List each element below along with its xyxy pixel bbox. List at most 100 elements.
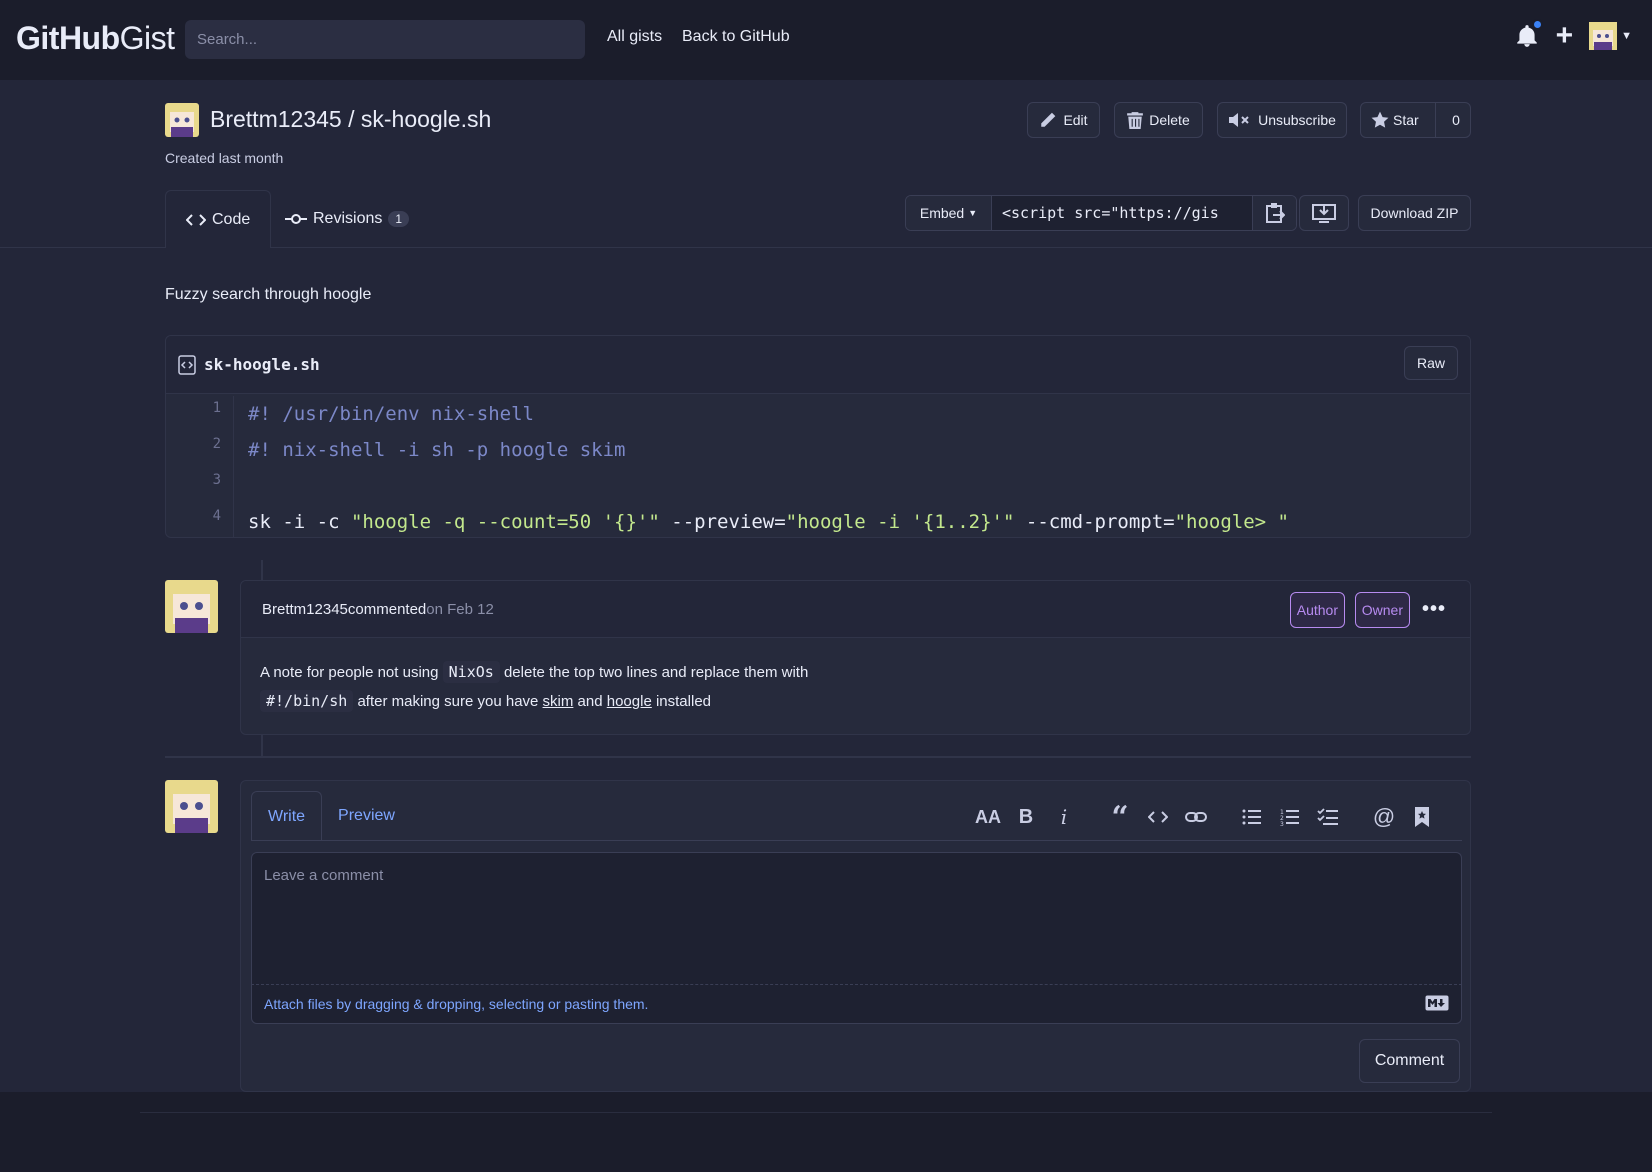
code-icon[interactable]	[1142, 803, 1174, 831]
embed-select[interactable]: Embed ▼	[906, 196, 992, 230]
delete-button[interactable]: Delete	[1114, 102, 1203, 138]
commenter-avatar[interactable]	[165, 580, 218, 633]
current-user-avatar[interactable]	[165, 780, 218, 833]
comment-textarea[interactable]	[251, 852, 1462, 984]
desktop-download-icon	[1312, 204, 1336, 223]
comment-text: and	[573, 693, 607, 710]
hoogle-link[interactable]: hoogle	[607, 693, 652, 710]
heading-icon[interactable]: AA	[972, 803, 1004, 831]
code-line: 4 sk -i -c "hoogle -q --count=50 '{}'" -…	[166, 504, 1470, 537]
star-count[interactable]: 0	[1442, 112, 1470, 128]
tab-code-label: Code	[212, 210, 251, 228]
tab-preview[interactable]: Preview	[322, 791, 411, 841]
file-box: sk-hoogle.sh Raw 1 #! /usr/bin/env nix-s…	[165, 335, 1471, 538]
kebab-menu-icon[interactable]: •••	[1422, 598, 1446, 621]
footer-divider	[140, 1112, 1492, 1113]
composer-tabs: Write Preview	[251, 791, 411, 841]
line-content: sk -i -c "hoogle -q --count=50 '{}'" --p…	[233, 504, 1289, 537]
tab-write[interactable]: Write	[251, 791, 323, 841]
tab-revisions[interactable]: Revisions 1	[265, 190, 429, 248]
create-plus-icon[interactable]: +	[1556, 21, 1574, 51]
download-zip-button[interactable]: Download ZIP	[1358, 195, 1471, 231]
line-number[interactable]: 2	[166, 432, 233, 452]
download-desktop-button[interactable]	[1299, 195, 1349, 231]
line-content: #! /usr/bin/env nix-shell	[233, 396, 534, 432]
owner-link[interactable]: Brettm12345	[210, 106, 342, 132]
task-list-icon[interactable]	[1312, 803, 1344, 831]
search-input[interactable]	[185, 20, 585, 59]
file-header: sk-hoogle.sh Raw	[166, 336, 1470, 394]
embed-url-field[interactable]	[992, 196, 1252, 230]
tab-revisions-label: Revisions	[313, 210, 383, 227]
footer	[0, 1092, 1652, 1172]
star-label: Star	[1393, 112, 1419, 128]
attach-files-label: Attach files by dragging & dropping, sel…	[264, 996, 649, 1012]
comment-submit-button[interactable]: Comment	[1359, 1039, 1460, 1083]
owner-avatar[interactable]	[165, 103, 199, 137]
comment-composer: Write Preview AA B i “ 123 @ Attach	[240, 780, 1471, 1092]
star-button[interactable]: Star	[1361, 103, 1436, 137]
skim-link[interactable]: skim	[543, 693, 574, 710]
unsubscribe-button[interactable]: Unsubscribe	[1217, 102, 1347, 138]
gist-filename-link[interactable]: sk-hoogle.sh	[361, 106, 491, 132]
notifications-bell-icon[interactable]	[1514, 19, 1543, 49]
comment-box: Brettm12345 commented on Feb 12 Author O…	[240, 580, 1471, 735]
comment-text: delete the top two lines and replace the…	[499, 664, 809, 681]
inline-code: #!/bin/sh	[260, 690, 354, 712]
code-token: --cmd-prompt=	[1014, 511, 1175, 533]
svg-text:3: 3	[1280, 821, 1284, 826]
inline-code: NixOs	[442, 661, 500, 683]
nav-all-gists[interactable]: All gists	[607, 28, 662, 46]
logo-github: GitHub	[16, 20, 120, 56]
composer-tabs-divider	[251, 840, 1462, 841]
code-icon	[186, 213, 206, 226]
embed-label: Embed	[919, 205, 965, 221]
delete-label: Delete	[1149, 112, 1190, 128]
top-bar: GitHubGist All gists Back to GitHub + ▼	[0, 0, 1652, 80]
line-number[interactable]: 1	[166, 396, 233, 416]
link-icon[interactable]	[1180, 803, 1212, 831]
code-string: "hoogle -i '{1..2}'"	[785, 511, 1015, 533]
avatar	[1589, 22, 1618, 50]
quote-icon[interactable]: “	[1104, 800, 1136, 835]
gist-logo[interactable]: GitHubGist	[16, 20, 175, 57]
star-icon	[1371, 111, 1389, 128]
edit-button[interactable]: Edit	[1027, 102, 1100, 138]
attach-files-area[interactable]: Attach files by dragging & dropping, sel…	[251, 984, 1462, 1024]
markdown-toolbar: AA B i “ 123 @	[972, 800, 1438, 835]
italic-icon[interactable]: i	[1048, 803, 1080, 831]
timeline-divider	[165, 756, 1471, 758]
saved-reply-icon[interactable]	[1406, 803, 1438, 831]
comment-author[interactable]: Brettm12345	[262, 601, 348, 618]
copy-clipboard-button[interactable]	[1252, 196, 1296, 230]
unordered-list-icon[interactable]	[1236, 803, 1268, 831]
tab-code[interactable]: Code	[165, 190, 272, 248]
comment-text: installed	[651, 693, 711, 710]
line-content	[233, 468, 248, 504]
line-number[interactable]: 4	[166, 504, 233, 524]
nav-back-to-github[interactable]: Back to GitHub	[682, 28, 790, 46]
chevron-down-icon: ▼	[968, 208, 978, 218]
title-separator: /	[341, 106, 361, 132]
timeline-line	[261, 560, 263, 580]
comment-body: A note for people not using NixOs delete…	[241, 638, 1470, 734]
bold-icon[interactable]: B	[1010, 803, 1042, 831]
markdown-icon[interactable]	[1425, 995, 1449, 1014]
unsubscribe-label: Unsubscribe	[1258, 112, 1336, 128]
code-string: "hoogle -q --count=50 '{}'"	[350, 511, 660, 533]
raw-button[interactable]: Raw	[1404, 346, 1458, 380]
mention-icon[interactable]: @	[1368, 803, 1400, 831]
clipboard-icon	[1265, 203, 1285, 223]
code-string: "hoogle> "	[1174, 511, 1289, 533]
mute-icon	[1229, 113, 1249, 127]
file-name[interactable]: sk-hoogle.sh	[204, 355, 320, 374]
ordered-list-icon[interactable]: 123	[1274, 803, 1306, 831]
file-code-icon	[178, 354, 196, 375]
chevron-down-icon: ▼	[1621, 30, 1632, 42]
line-number[interactable]: 3	[166, 468, 233, 488]
comment-date[interactable]: on Feb 12	[426, 601, 494, 618]
commit-icon	[285, 214, 307, 224]
owner-badge: Owner	[1354, 592, 1410, 628]
revisions-counter: 1	[388, 211, 410, 227]
user-menu[interactable]: ▼	[1589, 22, 1632, 50]
